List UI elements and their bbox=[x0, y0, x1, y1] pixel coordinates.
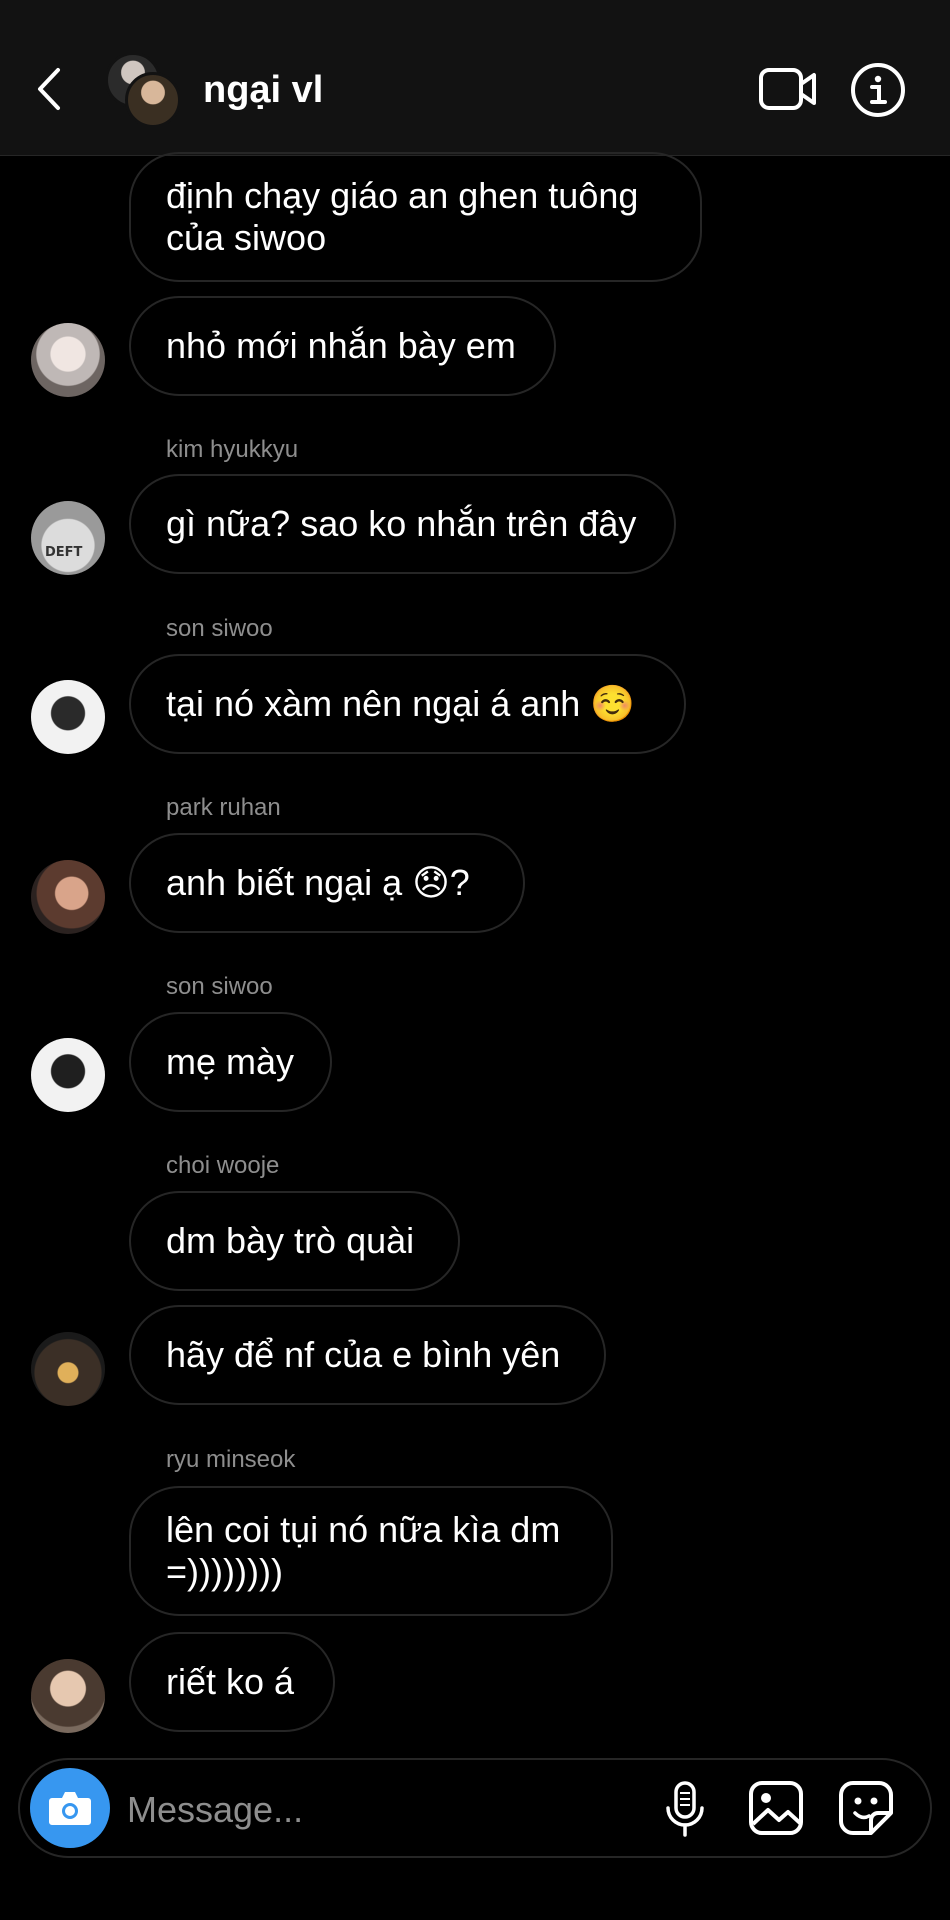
message-bubble[interactable]: hãy để nf của e bình yên bbox=[129, 1305, 606, 1405]
message-bubble[interactable]: lên coi tụi nó nữa kìa dm =)))))))) bbox=[129, 1486, 613, 1616]
message-composer bbox=[18, 1758, 932, 1858]
sender-name: son siwoo bbox=[166, 615, 273, 642]
avatar[interactable]: DEFT bbox=[31, 501, 105, 575]
avatar-text: DEFT bbox=[45, 545, 83, 560]
avatar[interactable] bbox=[31, 1038, 105, 1112]
video-call-button[interactable] bbox=[758, 66, 818, 112]
sticker-icon bbox=[839, 1781, 893, 1835]
group-avatar-2 bbox=[125, 72, 181, 128]
chat-title[interactable]: ngại vl bbox=[203, 66, 323, 114]
voice-message-button[interactable] bbox=[660, 1780, 710, 1838]
back-button[interactable] bbox=[30, 62, 70, 116]
info-icon bbox=[851, 63, 905, 117]
sender-name: choi wooje bbox=[166, 1152, 280, 1179]
info-button[interactable] bbox=[850, 62, 906, 118]
message-bubble[interactable]: tại nó xàm nên ngại á anh ☺️ bbox=[129, 654, 686, 754]
sender-name: son siwoo bbox=[166, 973, 273, 1000]
avatar[interactable] bbox=[31, 1332, 105, 1406]
message-bubble[interactable]: nhỏ mới nhắn bày em bbox=[129, 296, 556, 396]
message-bubble[interactable]: riết ko á bbox=[129, 1632, 335, 1732]
sender-name: park ruhan bbox=[166, 794, 281, 821]
camera-icon bbox=[49, 1792, 91, 1825]
camera-button[interactable] bbox=[30, 1768, 110, 1848]
avatar[interactable] bbox=[31, 860, 105, 934]
sender-name: kim hyukkyu bbox=[166, 436, 299, 463]
avatar[interactable] bbox=[31, 323, 105, 397]
image-icon bbox=[749, 1781, 803, 1835]
message-bubble[interactable]: mẹ mày bbox=[129, 1012, 332, 1112]
sender-name: ryu minseok bbox=[166, 1446, 296, 1473]
sticker-button[interactable] bbox=[838, 1780, 894, 1836]
microphone-icon bbox=[666, 1781, 704, 1837]
message-bubble[interactable]: gì nữa? sao ko nhắn trên đây bbox=[129, 474, 676, 574]
gallery-button[interactable] bbox=[748, 1780, 804, 1836]
message-bubble[interactable]: anh biết ngại ạ 😞? bbox=[129, 833, 525, 933]
chevron-left-icon bbox=[38, 68, 60, 110]
video-camera-icon bbox=[759, 68, 816, 110]
group-avatar[interactable] bbox=[105, 52, 181, 128]
chat-header: ngại vl bbox=[0, 0, 950, 156]
avatar[interactable] bbox=[31, 680, 105, 754]
message-bubble[interactable]: dm bày trò quài bbox=[129, 1191, 460, 1291]
message-bubble[interactable]: định chạy giáo an ghen tuông của siwoo bbox=[129, 152, 702, 282]
message-input[interactable] bbox=[125, 1784, 549, 1836]
avatar[interactable] bbox=[31, 1659, 105, 1733]
